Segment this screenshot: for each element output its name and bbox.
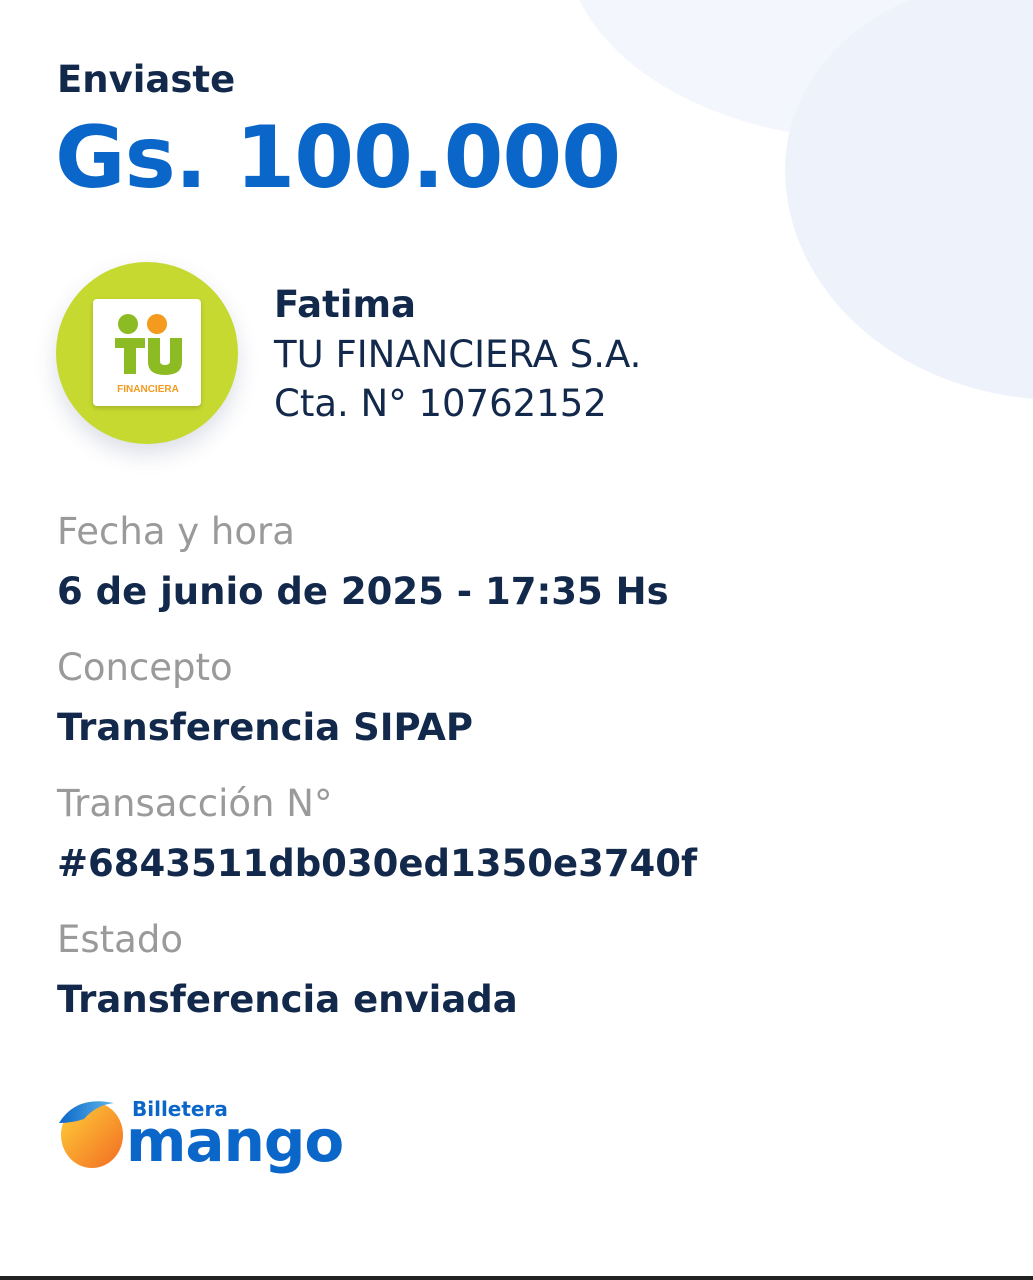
bottom-divider — [0, 1276, 1033, 1280]
recipient-bank: TU FINANCIERA S.A. — [274, 333, 642, 376]
logo-dot-orange — [147, 314, 167, 334]
receipt-page: Enviaste Gs. 100.000 FINANCIERA Fatima T… — [0, 0, 1033, 1280]
status-label: Estado — [57, 918, 183, 961]
sent-label: Enviaste — [57, 58, 236, 101]
date-value: 6 de junio de 2025 - 17:35 Hs — [57, 570, 669, 613]
tu-financiera-logo: FINANCIERA — [93, 299, 201, 406]
billetera-mango-logo: Billetera mango — [56, 1093, 346, 1188]
recipient-name: Fatima — [274, 283, 416, 326]
date-label: Fecha y hora — [57, 510, 295, 553]
status-value: Transferencia enviada — [57, 978, 518, 1021]
brand-big-text: mango — [126, 1107, 344, 1175]
amount-sent: Gs. 100.000 — [55, 108, 621, 208]
logo-text: FINANCIERA — [117, 384, 179, 395]
concept-label: Concepto — [57, 646, 233, 689]
recipient-account: Cta. N° 10762152 — [274, 382, 607, 425]
logo-letter-t — [115, 338, 145, 374]
logo-dot-green — [118, 314, 138, 334]
recipient-bank-avatar: FINANCIERA — [56, 262, 238, 444]
mango-fruit-icon — [59, 1101, 123, 1168]
logo-letter-u — [148, 338, 182, 375]
transaction-value: #6843511db030ed1350e3740f — [57, 842, 698, 885]
concept-value: Transferencia SIPAP — [57, 706, 473, 749]
transaction-label: Transacción N° — [57, 782, 333, 825]
